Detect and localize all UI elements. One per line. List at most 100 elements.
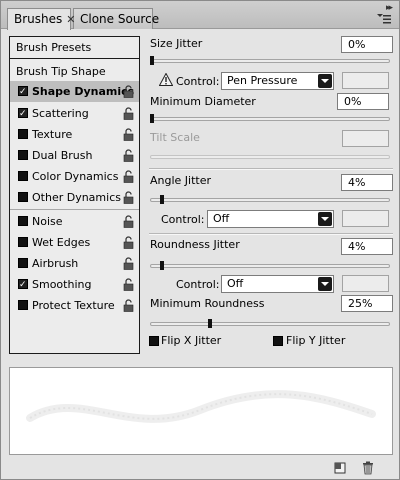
list-item-airbrush[interactable]: Airbrush [10,253,139,274]
checkbox-texture[interactable] [18,129,28,139]
tilt-scale-input [342,130,389,147]
checkbox-scattering[interactable] [18,104,28,125]
minimum-diameter-slider[interactable] [150,117,390,121]
angle-jitter-input[interactable]: 4% [341,174,393,191]
lock-icon[interactable] [123,257,134,270]
brush-tip-shape-label: Brush Tip Shape [16,65,106,78]
list-item-color-dynamics[interactable]: Color Dynamics [10,166,139,187]
minimum-diameter-label: Minimum Diameter [150,95,256,108]
panel-menu-icon[interactable] [377,14,391,24]
checkbox-protect-texture[interactable] [18,300,28,310]
list-item-texture[interactable]: Texture [10,124,139,145]
panel-footer [1,459,399,479]
flip-y-checkbox[interactable] [273,336,283,346]
new-preset-icon[interactable] [333,461,347,475]
warning-icon [159,73,173,86]
list-item-label: Protect Texture [32,299,115,312]
list-item-label: Smoothing [32,278,92,291]
list-divider [10,58,139,59]
roundness-jitter-label: Roundness Jitter [150,238,240,251]
list-item-other-dynamics[interactable]: Other Dynamics [10,187,139,208]
checkbox-dual-brush[interactable] [18,150,28,160]
checkbox-noise[interactable] [18,216,28,226]
roundness-fade-input[interactable] [342,275,389,292]
minimum-diameter-slider-thumb[interactable] [150,114,154,123]
size-jitter-slider-thumb[interactable] [150,56,154,65]
close-icon[interactable]: ✕ [66,13,75,26]
size-jitter-slider[interactable] [150,59,390,63]
checkbox-color-dynamics[interactable] [18,171,28,181]
lock-icon[interactable] [123,215,134,228]
lock-icon[interactable] [123,85,134,98]
control-dropdown-value: Off [213,212,230,225]
brushes-panel: Brushes ✕ Clone Source ▸▸ Brush Presets B… [0,0,400,480]
flip-y-label: Flip Y Jitter [286,334,346,347]
size-jitter-label: Size Jitter [150,37,203,50]
roundness-jitter-slider-thumb[interactable] [160,261,164,270]
brush-settings-list: Brush Presets Brush Tip Shape Shape Dyna… [9,36,140,354]
minimum-roundness-slider[interactable] [150,322,390,326]
tab-clone-source-label: Clone Source [80,12,160,26]
section-divider [149,234,393,235]
checkbox-smoothing[interactable] [18,275,28,296]
checkbox-airbrush[interactable] [18,258,28,268]
tilt-scale-slider [150,155,390,159]
fade-steps-input[interactable] [342,72,389,89]
tab-brushes-label: Brushes [14,12,63,26]
checkbox-shape-dynamics[interactable] [18,82,28,103]
control-dropdown-angle[interactable]: Off [207,210,334,228]
list-item-protect-texture[interactable]: Protect Texture [10,295,139,316]
size-jitter-input[interactable]: 0% [341,36,393,53]
angle-jitter-slider-thumb[interactable] [160,195,164,204]
lock-icon[interactable] [123,278,134,291]
list-item-noise[interactable]: Noise [10,211,139,232]
control-dropdown-value: Off [227,277,244,290]
tab-clone-source[interactable]: Clone Source [73,8,159,29]
list-item-label: Wet Edges [32,236,91,249]
checkbox-wet-edges[interactable] [18,237,28,247]
list-item-dual-brush[interactable]: Dual Brush [10,145,139,166]
chevron-down-icon[interactable] [318,277,332,291]
list-item-label: Shape Dynamics [32,85,135,98]
roundness-jitter-input[interactable]: 4% [341,238,393,255]
list-item-label: Other Dynamics [32,191,121,204]
trash-icon[interactable] [361,461,375,475]
lock-icon[interactable] [123,170,134,183]
minimum-roundness-slider-thumb[interactable] [208,319,212,328]
lock-icon[interactable] [123,107,134,120]
list-item-smoothing[interactable]: Smoothing [10,274,139,296]
brush-tip-shape-item[interactable]: Brush Tip Shape [10,61,139,82]
list-item-label: Texture [32,128,73,141]
list-item-shape-dynamics[interactable]: Shape Dynamics [10,81,139,103]
checkbox-other-dynamics[interactable] [18,192,28,202]
list-item-scattering[interactable]: Scattering [10,103,139,125]
list-item-wet-edges[interactable]: Wet Edges [10,232,139,253]
lock-icon[interactable] [123,236,134,249]
lock-icon[interactable] [123,299,134,312]
lock-icon[interactable] [123,128,134,141]
angle-jitter-label: Angle Jitter [150,174,212,187]
control-dropdown-value: Pen Pressure [227,74,298,87]
lock-icon[interactable] [123,149,134,162]
control-dropdown-roundness[interactable]: Off [221,275,334,293]
minimum-diameter-input[interactable]: 0% [337,93,389,110]
control-dropdown-size[interactable]: Pen Pressure [221,72,334,90]
angle-fade-input[interactable] [342,210,389,227]
chevron-down-icon[interactable] [318,74,332,88]
shape-dynamics-settings: Size Jitter 0% Control: Pen Pressure Min… [149,29,393,359]
lock-icon[interactable] [123,191,134,204]
control-label: Control: [161,213,205,226]
brush-presets-label: Brush Presets [16,41,92,54]
chevron-down-icon[interactable] [318,212,332,226]
minimum-roundness-input[interactable]: 25% [341,295,393,312]
collapse-icon[interactable]: ▸▸ [386,3,393,13]
stroke-preview-graphic [26,390,376,423]
list-item-label: Scattering [32,107,89,120]
tab-brushes[interactable]: Brushes ✕ [7,8,75,30]
angle-jitter-slider[interactable] [150,198,390,202]
control-label: Control: [176,278,220,291]
flip-x-checkbox[interactable] [149,336,159,346]
roundness-jitter-slider[interactable] [150,264,390,268]
tilt-scale-label: Tilt Scale [150,131,200,144]
brush-presets-button[interactable]: Brush Presets [10,37,139,58]
